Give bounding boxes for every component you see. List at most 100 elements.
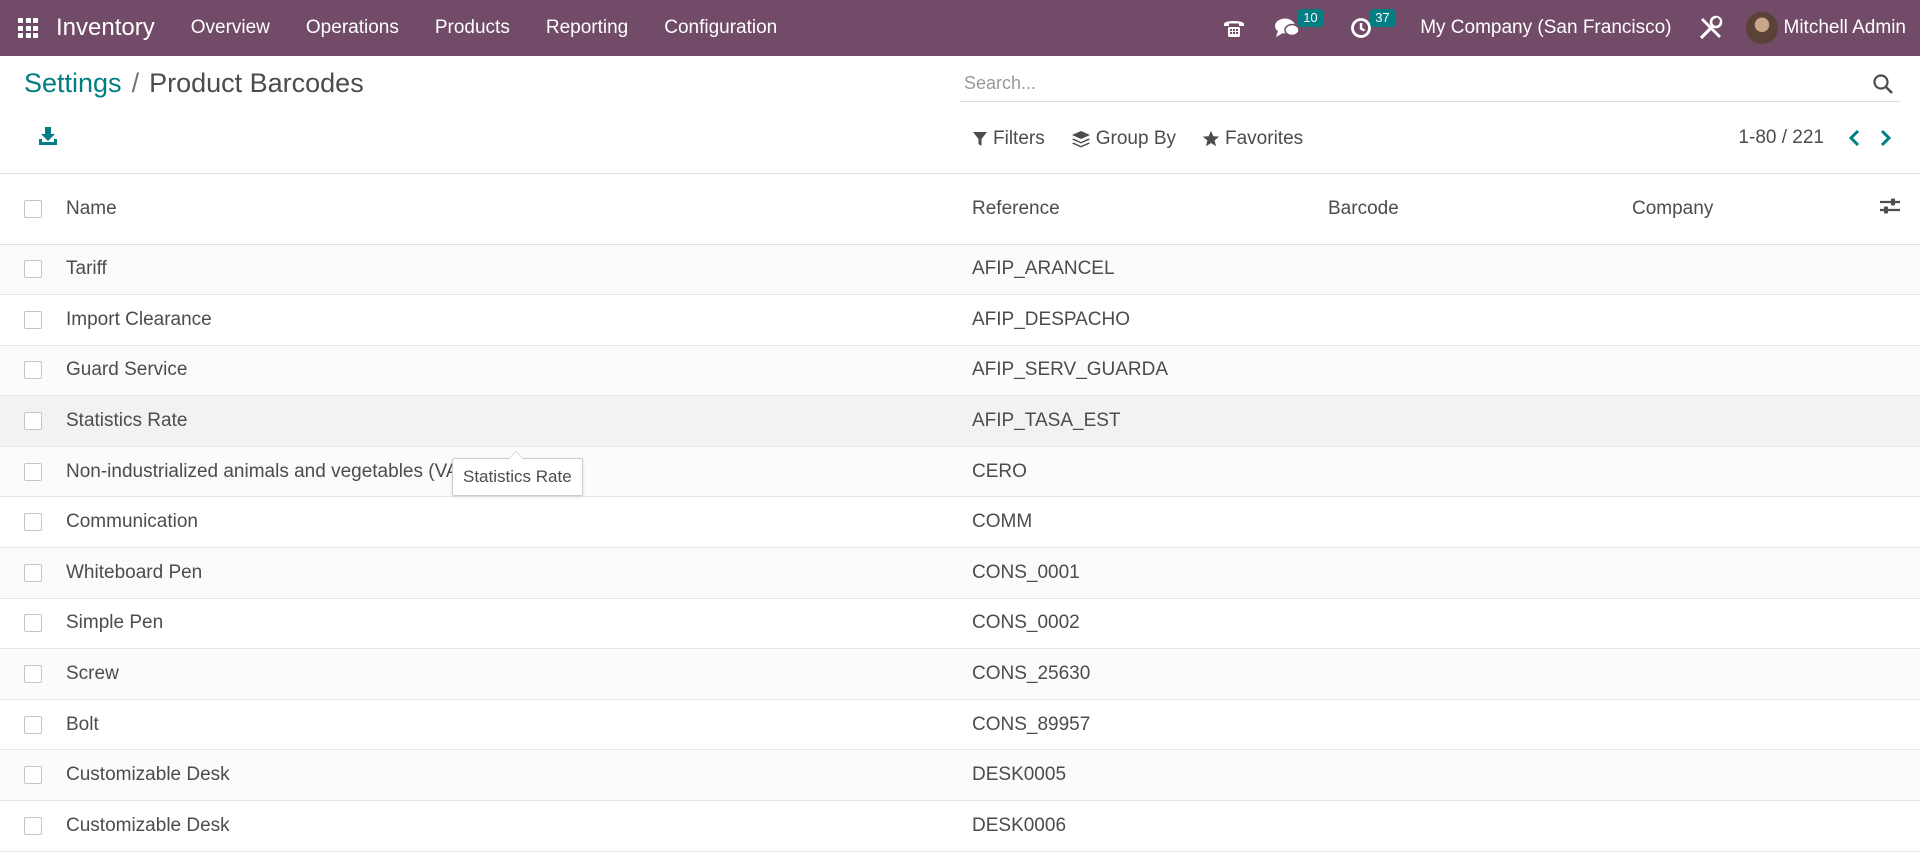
voip-phone-button[interactable] <box>1208 0 1260 56</box>
table-row[interactable]: Statistics Rate AFIP_TASA_EST <box>0 395 1920 447</box>
user-menu[interactable]: Mitchell Admin <box>1784 17 1907 39</box>
cell-name[interactable]: Tariff <box>66 244 972 296</box>
cell-name[interactable]: Statistics Rate <box>66 395 972 447</box>
cell-barcode[interactable] <box>1328 345 1632 397</box>
table-row[interactable]: Customizable Desk DESK0006 <box>0 800 1920 852</box>
cell-barcode[interactable] <box>1328 294 1632 346</box>
row-checkbox[interactable] <box>24 715 42 734</box>
table-row[interactable]: Whiteboard Pen CONS_0001 <box>0 547 1920 599</box>
cell-barcode[interactable] <box>1328 598 1632 650</box>
cell-reference[interactable]: AFIP_SERV_GUARDA <box>972 345 1328 397</box>
cell-company[interactable] <box>1632 345 1860 397</box>
cell-company[interactable] <box>1632 800 1860 852</box>
cell-reference[interactable]: CONS_0001 <box>972 547 1328 599</box>
row-checkbox[interactable] <box>24 614 42 633</box>
app-name[interactable]: Inventory <box>56 14 155 42</box>
row-checkbox[interactable] <box>24 361 42 380</box>
column-header-barcode[interactable]: Barcode <box>1328 174 1632 245</box>
search-icon[interactable] <box>1872 73 1894 101</box>
breadcrumb-settings-link[interactable]: Settings <box>24 68 122 99</box>
cell-barcode[interactable] <box>1328 699 1632 751</box>
cell-company[interactable] <box>1632 598 1860 650</box>
row-checkbox[interactable] <box>24 260 42 279</box>
pager-value[interactable]: 1-80 / 221 <box>1738 127 1824 149</box>
menu-overview[interactable]: Overview <box>173 0 288 56</box>
cell-name[interactable]: Communication <box>66 496 972 549</box>
cell-barcode[interactable] <box>1328 244 1632 296</box>
messages-button[interactable]: 10 <box>1260 0 1336 56</box>
cell-reference[interactable]: AFIP_ARANCEL <box>972 244 1328 296</box>
cell-name[interactable]: Customizable Desk <box>66 749 972 802</box>
cell-barcode[interactable] <box>1328 395 1632 447</box>
cell-company[interactable] <box>1632 496 1860 549</box>
cell-name[interactable]: Bolt <box>66 699 972 751</box>
cell-reference[interactable]: AFIP_DESPACHO <box>972 294 1328 346</box>
cell-name[interactable]: Customizable Desk <box>66 800 972 852</box>
menu-products[interactable]: Products <box>417 0 528 56</box>
table-row[interactable]: Non-industrialized animals and vegetable… <box>0 446 1920 498</box>
menu-operations[interactable]: Operations <box>288 0 417 56</box>
cell-reference[interactable]: CONS_0002 <box>972 598 1328 650</box>
table-row[interactable]: Bolt CONS_89957 <box>0 699 1920 751</box>
cell-barcode[interactable] <box>1328 547 1632 599</box>
table-row[interactable]: Simple Pen CONS_0002 <box>0 598 1920 650</box>
activities-button[interactable]: 37 <box>1336 0 1406 56</box>
row-checkbox[interactable] <box>24 766 42 785</box>
cell-barcode[interactable] <box>1328 800 1632 852</box>
cell-reference[interactable]: CONS_25630 <box>972 648 1328 700</box>
cell-name[interactable]: Guard Service <box>66 345 972 397</box>
column-header-name[interactable]: Name <box>66 174 972 245</box>
row-checkbox[interactable] <box>24 412 42 431</box>
cell-barcode[interactable] <box>1328 749 1632 802</box>
cell-company[interactable] <box>1632 749 1860 802</box>
row-checkbox[interactable] <box>24 816 42 835</box>
cell-reference[interactable]: COMM <box>972 496 1328 549</box>
cell-reference[interactable]: AFIP_TASA_EST <box>972 395 1328 447</box>
pager-next-button[interactable] <box>1870 124 1900 152</box>
cell-barcode[interactable] <box>1328 496 1632 549</box>
optional-columns-toggle[interactable] <box>1860 174 1920 245</box>
cell-company[interactable] <box>1632 294 1860 346</box>
cell-name[interactable]: Whiteboard Pen <box>66 547 972 599</box>
filters-button[interactable]: Filters <box>972 128 1045 150</box>
cell-name[interactable]: Screw <box>66 648 972 700</box>
column-header-company[interactable]: Company <box>1632 174 1860 245</box>
table-row[interactable]: Customizable Desk DESK0005 <box>0 749 1920 802</box>
cell-barcode[interactable] <box>1328 446 1632 498</box>
debug-tools-button[interactable] <box>1686 0 1746 56</box>
row-checkbox[interactable] <box>24 462 42 481</box>
cell-company[interactable] <box>1632 699 1860 751</box>
group-by-button[interactable]: Group By <box>1071 128 1176 150</box>
menu-reporting[interactable]: Reporting <box>528 0 646 56</box>
table-row[interactable]: Tariff AFIP_ARANCEL <box>0 244 1920 296</box>
favorites-button[interactable]: Favorites <box>1202 128 1303 150</box>
column-header-reference[interactable]: Reference <box>972 174 1328 245</box>
cell-reference[interactable]: CONS_89957 <box>972 699 1328 751</box>
table-row[interactable]: Screw CONS_25630 <box>0 648 1920 700</box>
table-row[interactable]: Import Clearance AFIP_DESPACHO <box>0 294 1920 346</box>
cell-reference[interactable]: DESK0005 <box>972 749 1328 802</box>
cell-company[interactable] <box>1632 648 1860 700</box>
apps-menu-button[interactable] <box>0 0 56 56</box>
cell-name[interactable]: Import Clearance <box>66 294 972 346</box>
table-row[interactable]: Communication COMM <box>0 496 1920 549</box>
row-checkbox[interactable] <box>24 310 42 329</box>
cell-reference[interactable]: DESK0006 <box>972 800 1328 852</box>
row-checkbox[interactable] <box>24 563 42 582</box>
company-switcher[interactable]: My Company (San Francisco) <box>1406 17 1685 39</box>
search-input[interactable] <box>960 73 1850 94</box>
export-button[interactable] <box>36 124 60 148</box>
row-checkbox[interactable] <box>24 513 42 532</box>
menu-configuration[interactable]: Configuration <box>646 0 795 56</box>
cell-reference[interactable]: CERO <box>972 446 1328 498</box>
pager-previous-button[interactable] <box>1840 124 1870 152</box>
cell-barcode[interactable] <box>1328 648 1632 700</box>
cell-company[interactable] <box>1632 446 1860 498</box>
cell-company[interactable] <box>1632 244 1860 296</box>
table-row[interactable]: Guard Service AFIP_SERV_GUARDA <box>0 345 1920 397</box>
cell-company[interactable] <box>1632 395 1860 447</box>
cell-name[interactable]: Simple Pen <box>66 598 972 650</box>
row-checkbox[interactable] <box>24 665 42 684</box>
cell-company[interactable] <box>1632 547 1860 599</box>
user-avatar[interactable] <box>1745 12 1778 44</box>
